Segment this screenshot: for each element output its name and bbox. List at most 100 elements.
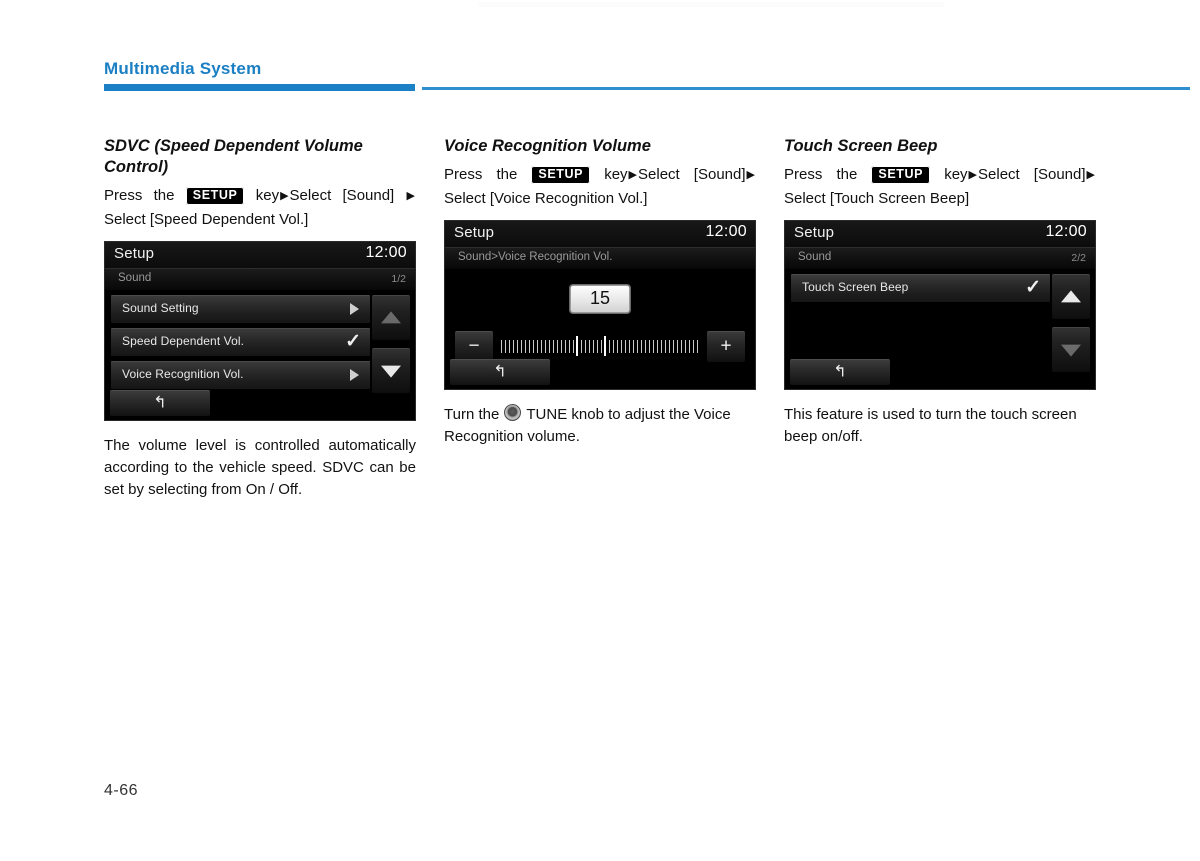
chevron-right-icon <box>350 303 359 315</box>
instruction-mid: key <box>255 187 280 204</box>
scroll-down-button[interactable] <box>372 348 410 393</box>
column-sdvc: SDVC (Speed Dependent Volume Control) Pr… <box>104 136 416 501</box>
header-rule <box>104 84 1190 94</box>
chapter-title: Multimedia System <box>104 59 262 78</box>
screen-clock: 12:00 <box>705 223 747 240</box>
step-arrow-icon: ▶ <box>628 169 638 181</box>
back-arrow-icon: ↰ <box>153 394 167 412</box>
arrow-down-icon <box>1061 344 1081 357</box>
instruction-pre: Press the <box>444 166 518 183</box>
step-arrow-icon: ▶ <box>746 169 755 181</box>
page-header: Multimedia System <box>104 58 1190 94</box>
menu-item-label: Speed Dependent Vol. <box>122 334 245 348</box>
back-arrow-icon: ↰ <box>833 363 847 381</box>
volume-slider-marker-a <box>576 336 579 356</box>
back-button[interactable]: ↰ <box>790 359 890 385</box>
screen-breadcrumb: Sound>Voice Recognition Vol. <box>458 251 613 263</box>
description-sdvc: The volume level is controlled automatic… <box>104 437 416 498</box>
screen-title: Setup <box>794 224 835 241</box>
menu-item-label: Touch Screen Beep <box>802 280 909 294</box>
content-columns: SDVC (Speed Dependent Volume Control) Pr… <box>104 136 1104 501</box>
header-rule-thick <box>104 84 415 91</box>
screen-breadcrumb: Sound <box>118 272 152 284</box>
screen-scrollbar[interactable] <box>1052 274 1090 384</box>
menu-item-sound-setting[interactable]: Sound Setting <box>111 295 370 323</box>
volume-slider-marker-b <box>603 336 606 356</box>
screen-title: Setup <box>454 224 495 241</box>
description-voice-recognition-volume: Turn the TUNE knob to adjust the Voice R… <box>444 404 756 448</box>
tune-knob-icon <box>504 404 522 421</box>
screen-body: 15 − + ↰ <box>445 269 755 389</box>
arrow-down-icon <box>381 365 401 378</box>
screen-body: Touch Screen Beep ✓ ↰ <box>785 269 1095 389</box>
head-unit-screenshot-touch-screen-beep: Setup 12:00 Sound 2/2 Touch Screen Beep … <box>784 220 1096 390</box>
instruction-voice-recognition-volume: Press the SETUP key▶Select [Sound]▶Selec… <box>444 163 756 210</box>
screen-breadcrumb: Sound <box>798 251 832 263</box>
screen-titlebar: Setup 12:00 <box>445 221 755 247</box>
step-arrow-icon: ▶ <box>968 169 978 181</box>
minus-icon: − <box>468 335 480 357</box>
section-title-voice-recognition-volume: Voice Recognition Volume <box>444 137 651 155</box>
back-arrow-icon: ↰ <box>493 363 507 381</box>
instruction-step2: Select [Voice Recognition Vol.] <box>444 190 648 207</box>
back-button[interactable]: ↰ <box>450 359 550 385</box>
section-title-sdvc: SDVC (Speed Dependent Volume Control) <box>104 137 363 176</box>
instruction-mid: key <box>604 166 628 183</box>
volume-increase-button[interactable]: + <box>707 331 745 362</box>
menu-item-speed-dependent-vol[interactable]: Speed Dependent Vol. ✓ <box>111 328 370 356</box>
section-title-touch-screen-beep: Touch Screen Beep <box>784 137 938 155</box>
screen-body: Sound Setting Speed Dependent Vol. ✓ Voi… <box>105 290 415 420</box>
volume-value: 15 <box>570 285 630 313</box>
head-unit-screenshot-sdvc: Setup 12:00 Sound 1/2 Sound Setting Spee… <box>104 241 416 421</box>
menu-item-label: Voice Recognition Vol. <box>122 367 244 381</box>
instruction-step2: Select [Speed Dependent Vol.] <box>104 211 309 228</box>
volume-decrease-button[interactable]: − <box>455 331 493 362</box>
description-pre: Turn the <box>444 406 500 423</box>
screen-scrollbar[interactable] <box>372 295 410 415</box>
arrow-up-icon <box>1061 290 1081 303</box>
instruction-step1: Select [Sound] <box>638 166 746 183</box>
check-icon: ✓ <box>1025 277 1041 298</box>
instruction-pre: Press the <box>784 166 858 183</box>
chevron-right-icon <box>350 369 359 381</box>
screen-page-indicator: 1/2 <box>391 273 406 285</box>
volume-slider-row: − + <box>455 331 745 362</box>
screen-subbar: Sound 2/2 <box>785 247 1095 269</box>
setup-keycap: SETUP <box>871 166 931 184</box>
screen-titlebar: Setup 12:00 <box>105 242 415 268</box>
page-number: 4-66 <box>104 782 139 799</box>
back-button[interactable]: ↰ <box>110 390 210 416</box>
scroll-down-button[interactable] <box>1052 327 1090 372</box>
screen-title: Setup <box>114 245 155 262</box>
volume-slider-track[interactable] <box>501 336 699 356</box>
instruction-pre: Press the <box>104 187 175 204</box>
screen-subbar: Sound>Voice Recognition Vol. <box>445 247 755 269</box>
check-icon: ✓ <box>345 331 361 352</box>
step-arrow-icon: ▶ <box>406 190 415 202</box>
scroll-up-button[interactable] <box>1052 274 1090 319</box>
instruction-touch-screen-beep: Press the SETUP key▶Select [Sound]▶Selec… <box>784 163 1096 210</box>
screen-page-indicator: 2/2 <box>1071 252 1086 264</box>
instruction-sdvc: Press the SETUP key▶Select [Sound] ▶Sele… <box>104 184 416 231</box>
description-touch-screen-beep: This feature is used to turn the touch s… <box>784 406 1077 445</box>
screen-subbar: Sound 1/2 <box>105 268 415 290</box>
menu-item-voice-recognition-vol[interactable]: Voice Recognition Vol. <box>111 361 370 389</box>
setup-keycap: SETUP <box>185 187 245 205</box>
step-arrow-icon: ▶ <box>280 190 289 202</box>
scroll-up-button[interactable] <box>372 295 410 340</box>
column-touch-screen-beep: Touch Screen Beep Press the SETUP key▶Se… <box>784 136 1096 501</box>
head-unit-screenshot-voice-recognition-volume: Setup 12:00 Sound>Voice Recognition Vol.… <box>444 220 756 390</box>
plus-icon: + <box>720 335 732 357</box>
instruction-mid: key <box>944 166 968 183</box>
screen-clock: 12:00 <box>1045 223 1087 240</box>
instruction-step2: Select [Touch Screen Beep] <box>784 190 970 207</box>
arrow-up-icon <box>381 311 401 324</box>
column-voice-recognition-volume: Voice Recognition Volume Press the SETUP… <box>444 136 756 501</box>
menu-item-touch-screen-beep[interactable]: Touch Screen Beep ✓ <box>791 274 1050 302</box>
scan-artifact <box>478 2 944 7</box>
menu-item-label: Sound Setting <box>122 301 199 315</box>
screen-clock: 12:00 <box>365 244 407 261</box>
step-arrow-icon: ▶ <box>1086 169 1095 181</box>
header-rule-thin <box>422 87 1190 90</box>
screen-titlebar: Setup 12:00 <box>785 221 1095 247</box>
